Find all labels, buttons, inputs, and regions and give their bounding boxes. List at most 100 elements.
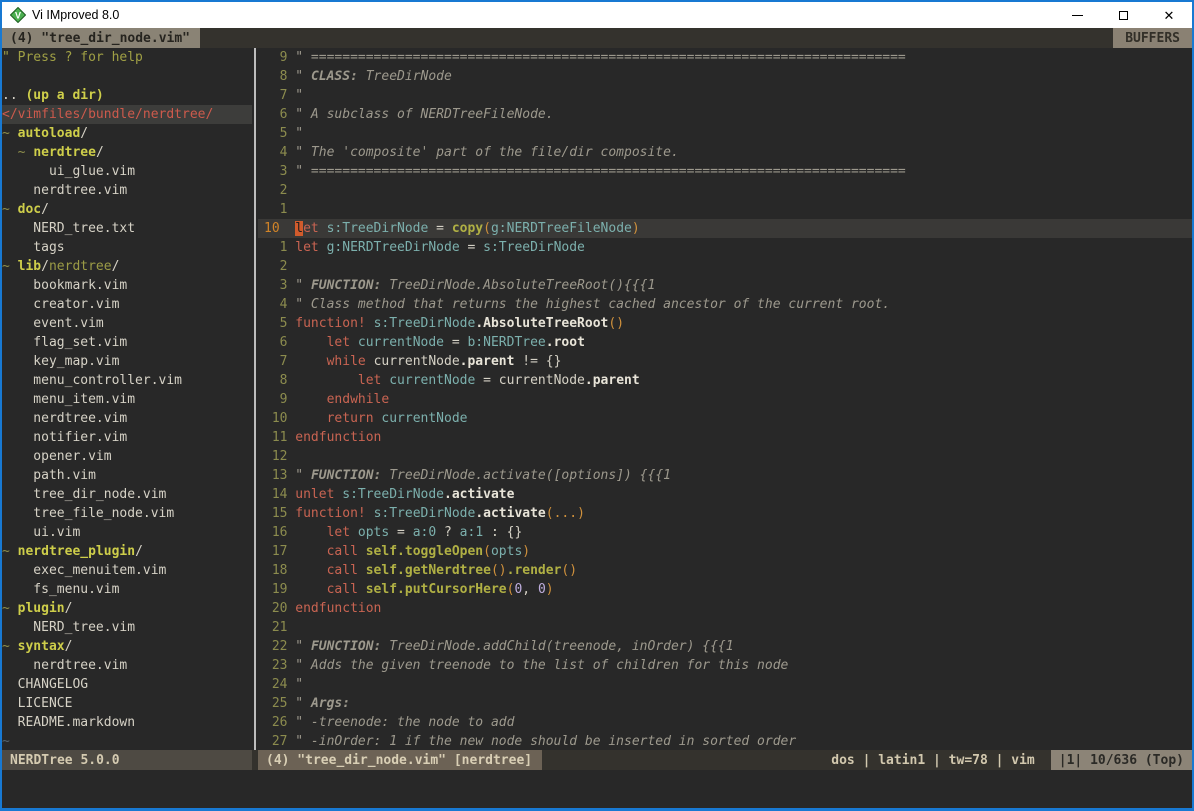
- code-line[interactable]: 2: [264, 257, 1192, 276]
- code-line[interactable]: 22" FUNCTION: TreeDirNode.addChild(treen…: [264, 637, 1192, 656]
- tabline-fill: [200, 28, 1113, 48]
- code-line[interactable]: 12: [264, 447, 1192, 466]
- tree-item[interactable]: opener.vim: [2, 447, 252, 466]
- code-line[interactable]: 19 call self.putCursorHere(0, 0): [264, 580, 1192, 599]
- statusline: NERDTree 5.0.0 (4) "tree_dir_node.vim" […: [2, 750, 1192, 770]
- tree-item[interactable]: bookmark.vim: [2, 276, 252, 295]
- code-line[interactable]: 8 let currentNode = currentNode.parent: [264, 371, 1192, 390]
- tree-item[interactable]: " Press ? for help: [2, 48, 252, 67]
- line-number: 1: [264, 238, 287, 257]
- code-line[interactable]: 23" Adds the given treenode to the list …: [264, 656, 1192, 675]
- tree-item[interactable]: CHANGELOG: [2, 675, 252, 694]
- tree-item[interactable]: LICENCE: [2, 694, 252, 713]
- tree-item[interactable]: .. (up a dir): [2, 86, 252, 105]
- code-line[interactable]: 20endfunction: [264, 599, 1192, 618]
- code-line[interactable]: 24": [264, 675, 1192, 694]
- tree-item[interactable]: tree_dir_node.vim: [2, 485, 252, 504]
- line-number: 12: [264, 447, 287, 466]
- line-number: 7: [264, 86, 287, 105]
- code-line[interactable]: 17 call self.toggleOpen(opts): [264, 542, 1192, 561]
- tree-item[interactable]: key_map.vim: [2, 352, 252, 371]
- code-line[interactable]: 26" -treenode: the node to add: [264, 713, 1192, 732]
- code-line[interactable]: 9 endwhile: [264, 390, 1192, 409]
- vim-icon[interactable]: V: [10, 7, 26, 23]
- minimize-button[interactable]: [1054, 2, 1100, 28]
- tree-item[interactable]: creator.vim: [2, 295, 252, 314]
- statusline-position: |1| 10/636 (Top): [1051, 750, 1192, 770]
- code-line[interactable]: 18 call self.getNerdtree().render(): [264, 561, 1192, 580]
- tree-root-item[interactable]: </vimfiles/bundle/nerdtree/: [2, 105, 252, 124]
- code-line[interactable]: 21: [264, 618, 1192, 637]
- tree-item[interactable]: ~ plugin/: [2, 599, 252, 618]
- line-number: 17: [264, 542, 287, 561]
- close-icon: ✕: [1164, 9, 1175, 22]
- line-number: 8: [264, 67, 287, 86]
- code-line[interactable]: 4" Class method that returns the highest…: [264, 295, 1192, 314]
- tree-item[interactable]: README.markdown: [2, 713, 252, 732]
- tree-item: [2, 67, 252, 86]
- tree-item[interactable]: ~ lib/nerdtree/: [2, 257, 252, 276]
- tree-item[interactable]: NERD_tree.txt: [2, 219, 252, 238]
- editor-panel: 9" =====================================…: [258, 48, 1192, 750]
- tree-item[interactable]: exec_menuitem.vim: [2, 561, 252, 580]
- tree-item[interactable]: ~ nerdtree/: [2, 143, 252, 162]
- tree-item[interactable]: ui_glue.vim: [2, 162, 252, 181]
- code-line[interactable]: 6 let currentNode = b:NERDTree.root: [264, 333, 1192, 352]
- line-number: 4: [264, 295, 287, 314]
- tree-item[interactable]: ~ autoload/: [2, 124, 252, 143]
- code-line[interactable]: 3" =====================================…: [264, 162, 1192, 181]
- code-line-current[interactable]: 10let s:TreeDirNode = copy(g:NERDTreeFil…: [258, 219, 1192, 238]
- tree-item: ~: [2, 732, 252, 750]
- tree-item[interactable]: ~ nerdtree_plugin/: [2, 542, 252, 561]
- line-number: 5: [264, 314, 287, 333]
- code-line[interactable]: 5": [264, 124, 1192, 143]
- code-line[interactable]: 6" A subclass of NERDTreeFileNode.: [264, 105, 1192, 124]
- code-line[interactable]: 16 let opts = a:0 ? a:1 : {}: [264, 523, 1192, 542]
- tree-item[interactable]: notifier.vim: [2, 428, 252, 447]
- code-line[interactable]: 8" CLASS: TreeDirNode: [264, 67, 1192, 86]
- tree-item[interactable]: menu_item.vim: [2, 390, 252, 409]
- code-line[interactable]: 27" -inOrder: 1 if the new node should b…: [264, 732, 1192, 750]
- tree-item[interactable]: flag_set.vim: [2, 333, 252, 352]
- tree-item[interactable]: menu_controller.vim: [2, 371, 252, 390]
- titlebar[interactable]: V Vi IMproved 8.0 ✕: [2, 2, 1192, 28]
- tree-item[interactable]: fs_menu.vim: [2, 580, 252, 599]
- nerdtree-panel: " Press ? for help .. (up a dir)</vimfile…: [2, 48, 252, 750]
- code-line[interactable]: 3" FUNCTION: TreeDirNode.AbsoluteTreeRoo…: [264, 276, 1192, 295]
- tree-item[interactable]: nerdtree.vim: [2, 656, 252, 675]
- statusline-nerdtree: NERDTree 5.0.0: [2, 750, 252, 770]
- tree-item[interactable]: ~ syntax/: [2, 637, 252, 656]
- code-line[interactable]: 9" =====================================…: [264, 48, 1192, 67]
- code-line[interactable]: 15function! s:TreeDirNode.activate(...): [264, 504, 1192, 523]
- code-line[interactable]: 1: [264, 200, 1192, 219]
- tree-item[interactable]: tree_file_node.vim: [2, 504, 252, 523]
- close-button[interactable]: ✕: [1146, 2, 1192, 28]
- tree-item[interactable]: tags: [2, 238, 252, 257]
- line-number: 15: [264, 504, 287, 523]
- code-line[interactable]: 5function! s:TreeDirNode.AbsoluteTreeRoo…: [264, 314, 1192, 333]
- line-number: 21: [264, 618, 287, 637]
- code-line[interactable]: 1let g:NERDTreeDirNode = s:TreeDirNode: [264, 238, 1192, 257]
- code-line[interactable]: 10 return currentNode: [264, 409, 1192, 428]
- window-separator[interactable]: [252, 48, 258, 750]
- tab-active[interactable]: (4) "tree_dir_node.vim": [2, 28, 200, 48]
- line-number: 2: [264, 181, 287, 200]
- line-number: 6: [264, 105, 287, 124]
- code-line[interactable]: 13" FUNCTION: TreeDirNode.activate([opti…: [264, 466, 1192, 485]
- line-number: 19: [264, 580, 287, 599]
- tree-item[interactable]: ~ doc/: [2, 200, 252, 219]
- code-line[interactable]: 14unlet s:TreeDirNode.activate: [264, 485, 1192, 504]
- tree-item[interactable]: ui.vim: [2, 523, 252, 542]
- tree-item[interactable]: nerdtree.vim: [2, 409, 252, 428]
- code-line[interactable]: 7": [264, 86, 1192, 105]
- code-line[interactable]: 11endfunction: [264, 428, 1192, 447]
- code-line[interactable]: 25" Args:: [264, 694, 1192, 713]
- tree-item[interactable]: event.vim: [2, 314, 252, 333]
- maximize-button[interactable]: [1100, 2, 1146, 28]
- code-line[interactable]: 7 while currentNode.parent != {}: [264, 352, 1192, 371]
- tree-item[interactable]: NERD_tree.vim: [2, 618, 252, 637]
- tree-item[interactable]: path.vim: [2, 466, 252, 485]
- code-line[interactable]: 2: [264, 181, 1192, 200]
- code-line[interactable]: 4" The 'composite' part of the file/dir …: [264, 143, 1192, 162]
- tree-item[interactable]: nerdtree.vim: [2, 181, 252, 200]
